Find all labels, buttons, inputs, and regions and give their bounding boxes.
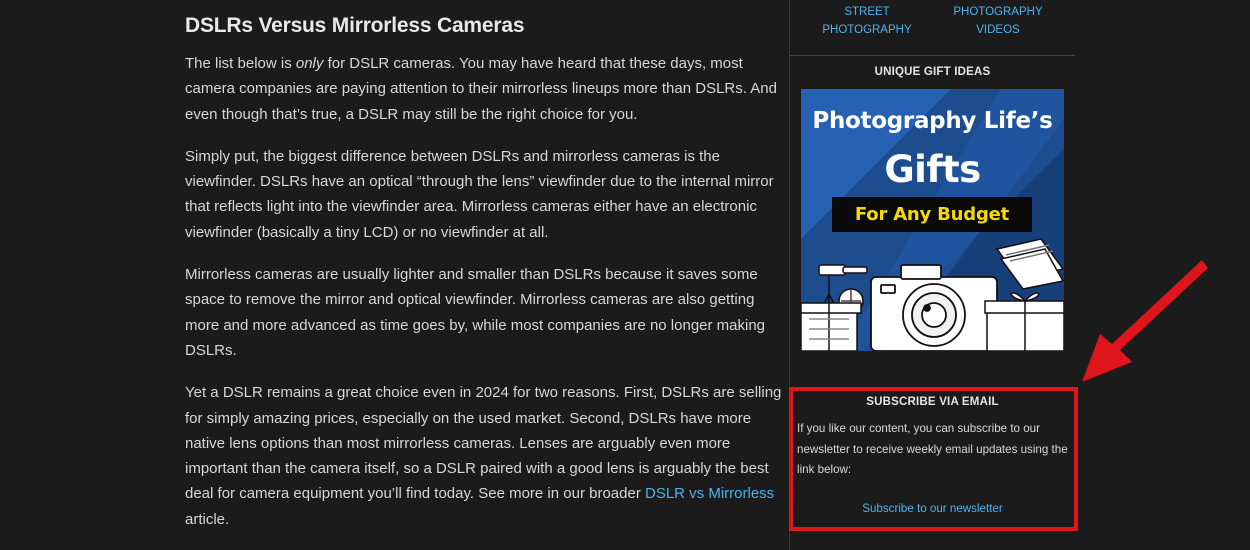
article-heading: DSLRs Versus Mirrorless Cameras	[185, 14, 525, 37]
p4-text-end: article.	[185, 510, 230, 528]
article-paragraph-2: Simply put, the biggest difference betwe…	[185, 147, 774, 241]
article-content: DSLRs Versus Mirrorless Cameras The list…	[185, 14, 785, 549]
article-paragraph-3: Mirrorless cameras are usually lighter a…	[185, 266, 766, 359]
gift-box-right-illustration	[984, 292, 1064, 351]
subscribe-description: If you like our content, you can subscri…	[797, 422, 1068, 477]
category-photography-videos-link[interactable]: PHOTOGRAPHY VIDEOS	[942, 4, 1054, 39]
article-paragraph-4: Yet a DSLR remains a great choice even i…	[185, 380, 785, 532]
sidebar-category-links: STREET PHOTOGRAPHY PHOTOGRAPHY VIDEOS	[790, 4, 1074, 40]
p1-emphasis: only	[295, 55, 324, 72]
category-street-photography-link[interactable]: STREET PHOTOGRAPHY	[812, 4, 922, 39]
subscribe-title: SUBSCRIBE VIA EMAIL	[866, 396, 999, 408]
gift-banner-line1: Photography Life’s	[812, 108, 1053, 134]
p1-text-start: The list below is	[185, 55, 296, 72]
dslr-vs-mirrorless-link[interactable]: DSLR vs Mirrorless	[645, 485, 774, 502]
gift-banner-line2: Gifts	[884, 148, 981, 191]
red-arrow-icon	[1082, 260, 1208, 382]
gift-ideas-title: UNIQUE GIFT IDEAS	[874, 66, 991, 78]
sidebar-separator	[790, 55, 1075, 56]
subscribe-newsletter-link[interactable]: Subscribe to our newsletter	[790, 502, 1075, 515]
gift-ideas-banner[interactable]: Photography Life’s Gifts For Any Budget	[801, 89, 1064, 351]
gift-box-illustration	[801, 302, 862, 351]
camera-illustration	[870, 264, 998, 351]
article-paragraph-1: The list below is only for DSLR cameras.…	[185, 51, 785, 127]
gift-banner-budget-label: For Any Budget	[832, 197, 1032, 232]
